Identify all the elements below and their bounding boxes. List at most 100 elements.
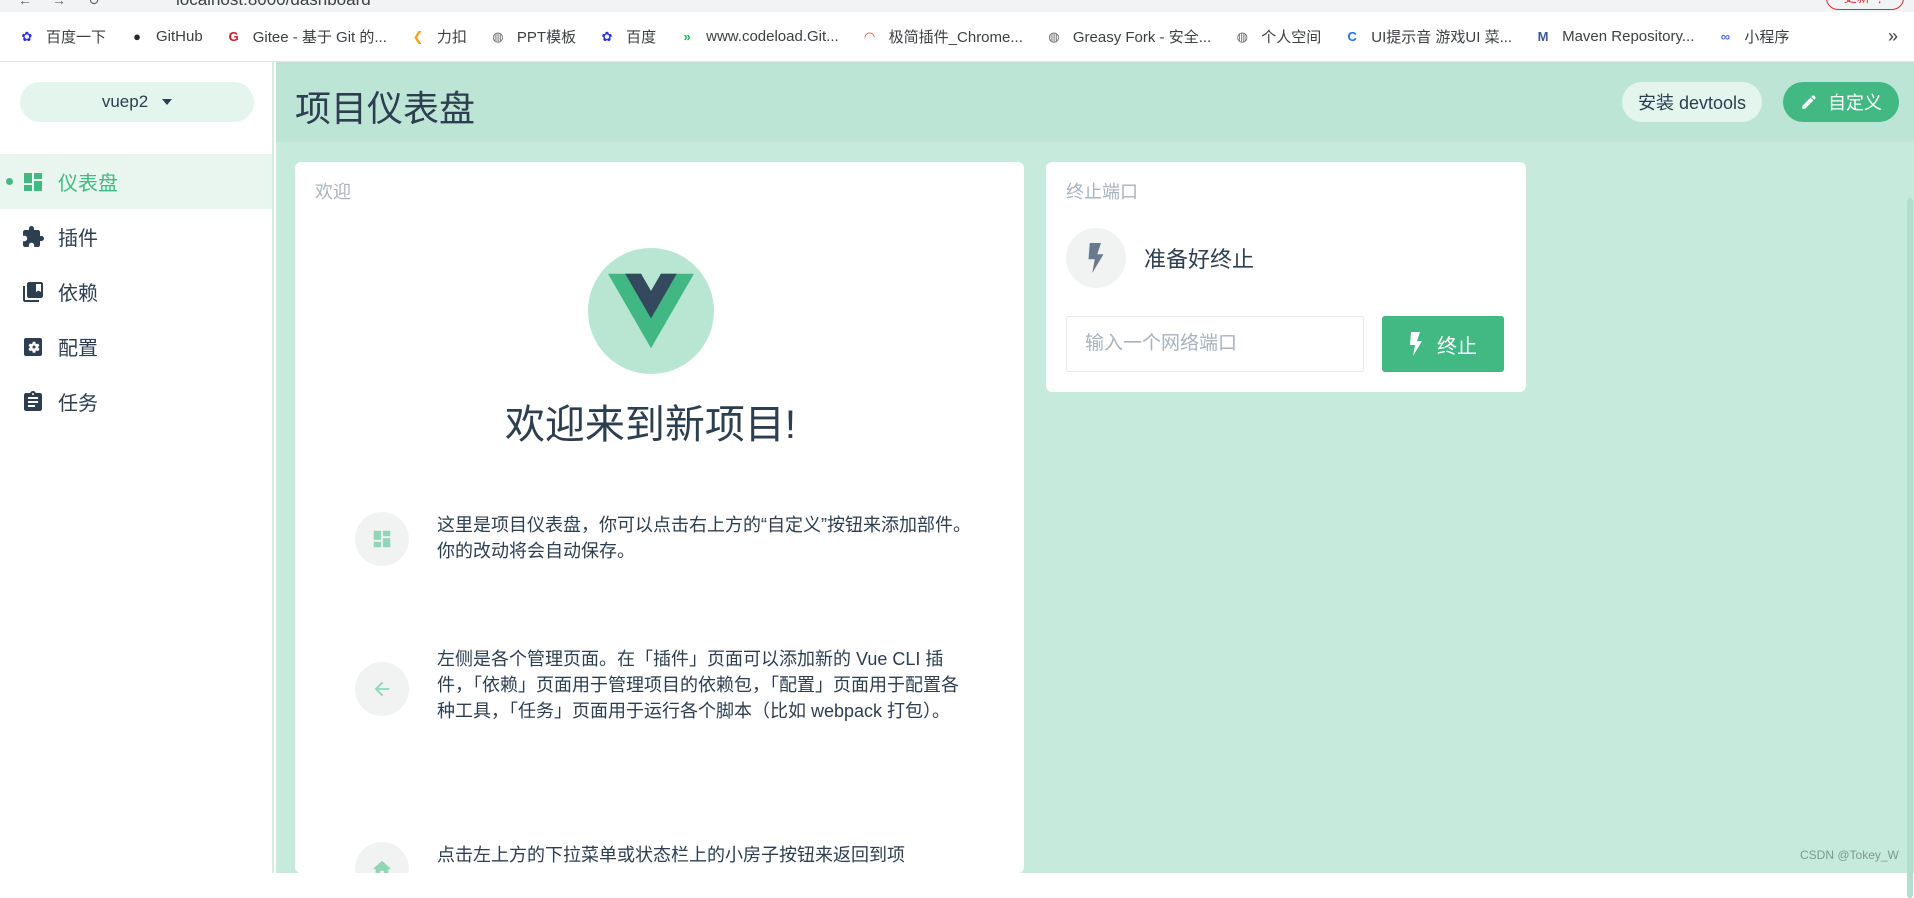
sidebar-item-plugins[interactable]: 插件 <box>0 209 272 264</box>
bookmark-label: 小程序 <box>1744 29 1790 46</box>
sidebar-item-label: 任务 <box>58 393 98 415</box>
active-indicator <box>6 178 13 185</box>
bookmark-label: PPT模板 <box>516 29 577 46</box>
sidebar-item-configuration[interactable]: 配置 <box>0 319 272 374</box>
home-icon <box>355 842 409 873</box>
sidebar-item-label: 仪表盘 <box>58 173 118 195</box>
bookmarks-bar: ✿ 百度一下 ● GitHub G Gitee - 基于 Git 的... ❮ 力扣 ◍ PPT模… <box>0 12 1914 62</box>
sidebar-item-label: 插件 <box>58 228 98 250</box>
tip-text: 这里是项目仪表盘，你可以点击右上方的“自定义”按钮来添加部件。你的改动将会自动保… <box>437 515 971 561</box>
bookmark-label: www.codeload.Git... <box>706 28 839 45</box>
page-header: 项目仪表盘 安装 devtools 自定义 <box>276 62 1914 142</box>
welcome-widget: 欢迎 欢迎来到新项目! 这里是项目仪表盘，你可以点击右上方的“自定义”按钮来添加… <box>295 162 1024 873</box>
library-books-icon <box>20 279 46 305</box>
bookmark-label: UI提示音 游戏UI 菜... <box>1371 29 1513 46</box>
back-icon[interactable]: ← <box>18 0 32 8</box>
sidebar-item-dependencies[interactable]: 依赖 <box>0 264 272 319</box>
tip-item: 点击左上方的下拉菜单或状态栏上的小房子按钮来返回到项 <box>355 842 975 873</box>
kill-status-text: 准备好终止 <box>1144 247 1255 272</box>
page-title: 项目仪表盘 <box>295 88 476 129</box>
globe-icon: ◍ <box>1236 28 1248 44</box>
bookmark-item[interactable]: ◍ 个人空间 <box>1233 26 1322 47</box>
bookmark-item[interactable]: ◠ 极简插件_Chrome... <box>861 26 1023 47</box>
vue-logo <box>588 248 714 374</box>
tip-item: 左侧是各个管理页面。在「插件」页面可以添加新的 Vue CLI 插件，「依赖」页… <box>355 646 975 724</box>
sidebar-nav: 仪表盘 插件 依赖 配置 任务 <box>0 154 272 429</box>
baidu-paw-icon: ✿ <box>601 28 613 44</box>
bookmark-item[interactable]: ❮ 力扣 <box>409 26 467 47</box>
dashboard-icon <box>355 512 409 566</box>
bookmark-label: 极简插件_Chrome... <box>888 29 1023 46</box>
sidebar-item-tasks[interactable]: 任务 <box>0 374 272 429</box>
bookmark-label: Gitee - 基于 Git 的... <box>252 29 387 46</box>
bookmark-label: Maven Repository... <box>1562 28 1695 45</box>
main-content: 项目仪表盘 安装 devtools 自定义 欢迎 欢迎来到新项目! 这里是项目仪… <box>276 62 1914 898</box>
bookmark-item[interactable]: ✿ 百度一下 <box>18 26 106 47</box>
port-input[interactable] <box>1066 316 1364 372</box>
gitee-icon: G <box>228 29 239 44</box>
widget-title: 终止端口 <box>1066 182 1138 202</box>
link-icon: ∞ <box>1720 29 1731 44</box>
tip-text: 左侧是各个管理页面。在「插件」页面可以添加新的 Vue CLI 插件，「依赖」页… <box>437 649 959 721</box>
github-icon: ● <box>133 29 141 44</box>
scrollbar[interactable] <box>1906 142 1914 898</box>
install-devtools-button[interactable]: 安装 devtools <box>1622 82 1762 122</box>
update-button[interactable]: 更新 ⋮ <box>1826 0 1904 10</box>
caret-down-icon <box>162 99 173 105</box>
tip-item: 这里是项目仪表盘，你可以点击右上方的“自定义”按钮来添加部件。你的改动将会自动保… <box>355 512 975 566</box>
bookmark-label: 个人空间 <box>1261 29 1322 46</box>
globe-icon: ◍ <box>1048 28 1060 44</box>
forward-icon[interactable]: → <box>52 0 66 8</box>
bookmark-item[interactable]: » www.codeload.Git... <box>678 28 839 46</box>
pencil-icon <box>1802 95 1816 109</box>
bookmark-item[interactable]: ◍ Greasy Fork - 安全... <box>1045 26 1211 47</box>
address-bar[interactable]: localhost:8000/dashboard <box>176 0 371 10</box>
scrollbar-thumb[interactable] <box>1907 198 1913 898</box>
bookmark-label: 百度一下 <box>46 29 107 46</box>
kill-button[interactable]: 终止 <box>1382 316 1504 372</box>
project-selector[interactable]: vuep2 <box>20 82 254 122</box>
bookmark-item[interactable]: ● GitHub <box>128 28 203 46</box>
bookmark-item[interactable]: G Gitee - 基于 Git 的... <box>225 26 387 47</box>
sidebar: vuep2 仪表盘 插件 依赖 配置 任务 <box>0 62 274 873</box>
c-logo-icon: C <box>1347 29 1357 44</box>
dashboard-icon <box>20 169 46 195</box>
widget-title: 欢迎 <box>315 182 351 202</box>
kill-status: 准备好终止 <box>1066 228 1254 288</box>
leetcode-icon: ❮ <box>412 28 424 44</box>
bookmark-item[interactable]: ∞ 小程序 <box>1716 26 1790 47</box>
watermark: CSDN @Tokey_W <box>1800 848 1899 862</box>
project-name: vuep2 <box>101 92 149 111</box>
lightning-icon <box>1410 332 1422 356</box>
kill-port-widget: 终止端口 准备好终止 终止 <box>1046 162 1526 392</box>
codeload-icon: » <box>683 29 691 44</box>
rainbow-icon: ◠ <box>864 28 875 44</box>
sidebar-item-label: 依赖 <box>58 283 98 305</box>
settings-box-icon <box>20 334 46 360</box>
arrow-left-icon <box>355 662 409 716</box>
maven-icon: M <box>1537 29 1549 44</box>
bookmark-item[interactable]: ✿ 百度 <box>598 26 656 47</box>
puzzle-icon <box>20 224 46 250</box>
globe-icon: ◍ <box>492 28 504 44</box>
bookmark-label: 百度 <box>626 29 657 46</box>
reload-icon[interactable]: ↻ <box>88 0 100 9</box>
customize-label: 自定义 <box>1828 93 1882 113</box>
customize-button[interactable]: 自定义 <box>1783 82 1899 122</box>
sidebar-item-label: 配置 <box>58 338 98 360</box>
kill-button-label: 终止 <box>1437 335 1477 358</box>
lightning-icon <box>1066 228 1126 288</box>
welcome-heading: 欢迎来到新项目! <box>504 403 797 447</box>
browser-toolbar: ← → ↻ localhost:8000/dashboard 更新 ⋮ <box>0 0 1914 12</box>
bookmark-item[interactable]: C UI提示音 游戏UI 菜... <box>1343 26 1513 47</box>
bookmarks-overflow-button[interactable]: » <box>1888 26 1898 47</box>
clipboard-icon <box>20 389 46 415</box>
bookmark-item[interactable]: ◍ PPT模板 <box>489 26 576 47</box>
bookmark-item[interactable]: M Maven Repository... <box>1534 28 1695 46</box>
bookmark-label: 力扣 <box>436 29 467 46</box>
bookmark-label: GitHub <box>156 28 203 45</box>
sidebar-item-dashboard[interactable]: 仪表盘 <box>0 154 272 209</box>
tip-text: 点击左上方的下拉菜单或状态栏上的小房子按钮来返回到项 <box>437 845 905 865</box>
bookmark-label: Greasy Fork - 安全... <box>1072 29 1212 46</box>
baidu-paw-icon: ✿ <box>21 28 33 44</box>
